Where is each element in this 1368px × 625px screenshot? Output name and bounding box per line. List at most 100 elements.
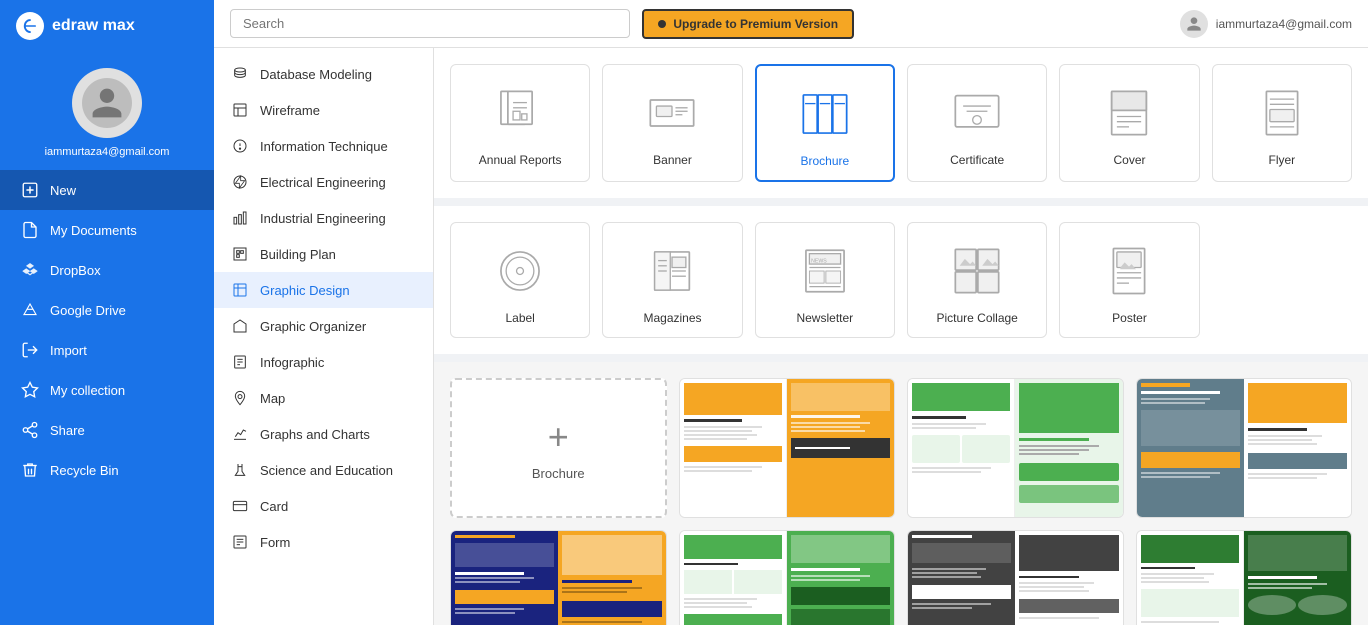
template-card-label-label: Label (505, 311, 534, 325)
cat-wireframe[interactable]: Wireframe (214, 92, 433, 128)
cat-graphic-organizer[interactable]: Graphic Organizer (214, 308, 433, 344)
template-card-magazines[interactable]: Magazines (602, 222, 742, 338)
template-card-poster[interactable]: Poster (1059, 222, 1199, 338)
sidebar-item-share[interactable]: Share (0, 410, 214, 450)
avatar-icon (82, 78, 132, 128)
brochure-templates-grid-2 (450, 530, 1352, 625)
cat-graphs-and-charts[interactable]: Graphs and Charts (214, 416, 433, 452)
cat-label: Information Technique (260, 139, 388, 154)
template-card-brochure[interactable]: Brochure (755, 64, 895, 182)
cat-building-plan[interactable]: Building Plan (214, 236, 433, 272)
map-icon (230, 388, 250, 408)
sidebar-item-label-new: New (50, 183, 76, 198)
template-card-label-poster: Poster (1112, 311, 1147, 325)
template-card-certificate[interactable]: Certificate (907, 64, 1047, 182)
brochure-template-4[interactable] (450, 530, 667, 625)
google-drive-icon (20, 300, 40, 320)
magazines-icon (640, 239, 704, 303)
cat-label: Building Plan (260, 247, 336, 262)
template-card-label-annual-reports: Annual Reports (479, 153, 562, 167)
cat-graphic-design[interactable]: Graphic Design (214, 272, 433, 308)
cat-label: Database Modeling (260, 67, 372, 82)
brochure-templates-grid: + Brochure (450, 378, 1352, 518)
certificate-icon (945, 81, 1009, 145)
new-brochure-card[interactable]: + Brochure (450, 378, 667, 518)
template-card-banner[interactable]: Banner (602, 64, 742, 182)
building-plan-icon (230, 244, 250, 264)
graphic-design-icon (230, 280, 250, 300)
brochure-template-1[interactable] (679, 378, 896, 518)
cover-icon (1097, 81, 1161, 145)
graphs-charts-icon (230, 424, 250, 444)
sidebar-item-import[interactable]: Import (0, 330, 214, 370)
sidebar-item-label-my-documents: My Documents (50, 223, 137, 238)
brochure-template-3[interactable] (1136, 378, 1353, 518)
template-card-flyer[interactable]: Flyer (1212, 64, 1352, 182)
template-card-label[interactable]: Label (450, 222, 590, 338)
sidebar-item-label-my-collection: My collection (50, 383, 125, 398)
upgrade-dot-icon (658, 20, 666, 28)
flyer-icon (1250, 81, 1314, 145)
cat-label: Graphic Organizer (260, 319, 366, 334)
newsletter-icon: NEWS (793, 239, 857, 303)
cat-form[interactable]: Form (214, 524, 433, 560)
template-card-label-flyer: Flyer (1268, 153, 1295, 167)
avatar (72, 68, 142, 138)
brochure-template-6[interactable] (907, 530, 1124, 625)
template-card-label-picture-collage: Picture Collage (936, 311, 1017, 325)
import-icon (20, 340, 40, 360)
cat-map[interactable]: Map (214, 380, 433, 416)
new-brochure-label: Brochure (532, 466, 585, 481)
sidebar-item-label-share: Share (50, 423, 85, 438)
upgrade-label: Upgrade to Premium Version (673, 17, 838, 31)
user-profile-section: iammurtaza4@gmail.com (0, 52, 214, 170)
cat-infographic[interactable]: Infographic (214, 344, 433, 380)
sidebar-item-label-google-drive: Google Drive (50, 303, 126, 318)
plus-icon: + (548, 416, 569, 458)
sidebar-item-google-drive[interactable]: Google Drive (0, 290, 214, 330)
brochure-preview-6 (908, 531, 1123, 625)
cat-card[interactable]: Card (214, 488, 433, 524)
sidebar-item-my-collection[interactable]: My collection (0, 370, 214, 410)
cat-label: Graphic Design (260, 283, 350, 298)
brochure-preview-4 (451, 531, 666, 625)
search-input[interactable] (230, 9, 630, 38)
sidebar-item-recycle-bin[interactable]: Recycle Bin (0, 450, 214, 490)
sidebar-item-label-recycle-bin: Recycle Bin (50, 463, 119, 478)
label-icon (488, 239, 552, 303)
upgrade-button[interactable]: Upgrade to Premium Version (642, 9, 854, 39)
brochure-preview-5 (680, 531, 895, 625)
cat-label: Industrial Engineering (260, 211, 386, 226)
template-card-annual-reports[interactable]: Annual Reports (450, 64, 590, 182)
template-card-label-cover: Cover (1113, 153, 1145, 167)
template-type-grid-section: Annual Reports (434, 48, 1368, 206)
brochure-preview-3 (1137, 379, 1352, 517)
brochure-template-2[interactable] (907, 378, 1124, 518)
recycle-bin-icon (20, 460, 40, 480)
cat-label: Card (260, 499, 288, 514)
sidebar-item-my-documents[interactable]: My Documents (0, 210, 214, 250)
cat-industrial-engineering[interactable]: Industrial Engineering (214, 200, 433, 236)
sidebar-item-dropbox[interactable]: DropBox (0, 250, 214, 290)
cat-information-technique[interactable]: Information Technique (214, 128, 433, 164)
science-education-icon (230, 460, 250, 480)
topbar-user-email: iammurtaza4@gmail.com (1216, 17, 1352, 31)
app-logo: edraw max (0, 0, 214, 52)
template-card-label-magazines: Magazines (643, 311, 701, 325)
template-card-cover[interactable]: Cover (1059, 64, 1199, 182)
template-card-newsletter[interactable]: NEWS Newsletter (755, 222, 895, 338)
brochure-template-7[interactable] (1136, 530, 1353, 625)
category-sidebar: Database Modeling Wireframe Information … (214, 48, 434, 625)
brochure-template-5[interactable] (679, 530, 896, 625)
template-card-picture-collage[interactable]: Picture Collage (907, 222, 1047, 338)
sidebar-item-new[interactable]: New (0, 170, 214, 210)
brochure-preview-2 (908, 379, 1123, 517)
cat-electrical-engineering[interactable]: Electrical Engineering (214, 164, 433, 200)
cat-science-and-education[interactable]: Science and Education (214, 452, 433, 488)
sidebar-navigation: New My Documents DropBox Google Drive Im… (0, 170, 214, 625)
content-area: Database Modeling Wireframe Information … (214, 48, 1368, 625)
banner-icon (640, 81, 704, 145)
information-technique-icon (230, 136, 250, 156)
app-name: edraw max (52, 17, 135, 35)
cat-database-modeling[interactable]: Database Modeling (214, 56, 433, 92)
